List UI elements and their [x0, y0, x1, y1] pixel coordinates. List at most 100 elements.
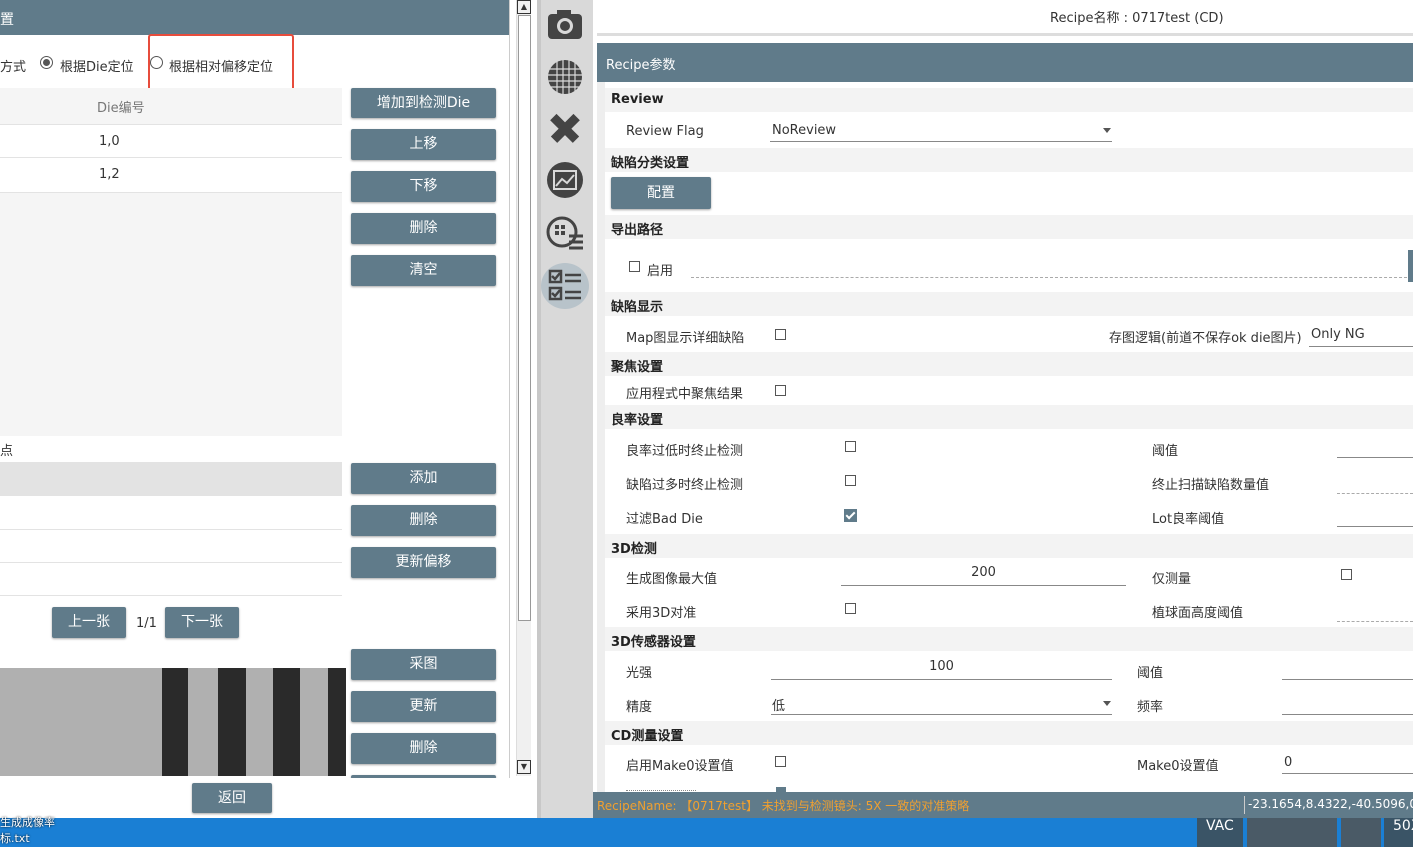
recipe-params-title: Recipe参数	[606, 58, 676, 73]
add-to-detection-die-button[interactable]: 增加到检测Die	[351, 88, 496, 118]
filter-bad-die-label: 过滤Bad Die	[626, 512, 703, 527]
update-offset-button[interactable]: 更新偏移	[351, 547, 496, 578]
chevron-down-icon	[1103, 128, 1111, 133]
table-row[interactable]	[0, 462, 342, 496]
desktop-item[interactable]: 生成成像率 标.txt	[0, 812, 80, 847]
threshold-input[interactable]	[1337, 457, 1413, 458]
move-down-button[interactable]: 下移	[351, 171, 496, 202]
stop-scan-input[interactable]	[1337, 493, 1413, 494]
yield-low-checkbox[interactable]	[845, 441, 856, 452]
status-bar: RecipeName: 【0717test】 未找到与检测镜头: 5X 一致的对…	[593, 792, 1413, 818]
section-yield: 良率设置	[605, 405, 1413, 429]
precision-dropdown[interactable]	[771, 690, 1112, 714]
section-3d-detection: 3D检测	[605, 534, 1413, 558]
prev-image-button[interactable]: 上一张	[52, 607, 126, 638]
apply-focus-label: 应用程式中聚焦结果	[626, 387, 744, 402]
ruler-tools-icon[interactable]	[545, 108, 585, 148]
wafer-list-icon[interactable]	[545, 212, 585, 252]
title-divider	[597, 33, 1413, 36]
apply-focus-checkbox[interactable]	[775, 385, 786, 396]
table-row[interactable]: 1,2	[0, 157, 342, 193]
return-button[interactable]: 返回	[192, 783, 272, 813]
lot-yield-label: Lot良率阈值	[1152, 512, 1225, 527]
next-image-button[interactable]: 下一张	[165, 607, 239, 638]
image-frame-icon[interactable]	[545, 160, 585, 200]
left-panel-header: 置	[0, 0, 510, 35]
export-path-input[interactable]	[691, 277, 1407, 278]
add-point-button[interactable]: 添加	[351, 463, 496, 494]
filter-bad-die-checkbox[interactable]	[844, 509, 857, 522]
clear-button[interactable]: 清空	[351, 255, 496, 286]
die-column-header: Die编号	[97, 101, 145, 116]
table-row[interactable]: 1,0	[0, 124, 342, 158]
light-intensity-label: 光强	[626, 666, 653, 681]
precision-label: 精度	[626, 700, 653, 715]
save-logic-label: 存图逻辑(前道不保存ok die图片)	[1109, 331, 1302, 346]
left-panel-border	[509, 0, 510, 820]
vac-indicator: VAC	[1197, 818, 1243, 847]
defect-many-label: 缺陷过多时终止检测	[626, 478, 744, 493]
defect-many-checkbox[interactable]	[845, 475, 856, 486]
gen-max-label: 生成图像最大值	[626, 572, 718, 587]
page-indicator: 1/1	[136, 616, 157, 631]
chevron-down-icon	[1103, 701, 1111, 706]
scroll-up-arrow-icon[interactable]: ▲	[517, 0, 531, 14]
magnification-indicator: 50X	[1384, 818, 1413, 847]
move-up-button[interactable]: 上移	[351, 129, 496, 160]
die-cell: 1,2	[99, 167, 120, 182]
scroll-thumb[interactable]	[518, 15, 531, 621]
wafer-grid-icon[interactable]	[545, 57, 585, 97]
measure-only-checkbox[interactable]	[1341, 569, 1352, 580]
gen-max-input[interactable]: 200	[841, 565, 1126, 585]
scroll-down-arrow-icon[interactable]: ▼	[517, 760, 531, 774]
die-cell: 1,0	[99, 134, 120, 149]
left-scrollbar[interactable]: ▲ ▼	[516, 0, 531, 776]
recipe-params-body	[597, 82, 1413, 792]
config-button[interactable]: 配置	[611, 177, 711, 209]
status-message: RecipeName: 【0717test】 未找到与检测镜头: 5X 一致的对…	[597, 799, 970, 813]
export-enable-label: 启用	[647, 264, 674, 279]
export-enable-checkbox[interactable]	[629, 261, 640, 272]
make0-value[interactable]: 0	[1284, 755, 1292, 770]
measure-only-label: 仅测量	[1152, 572, 1192, 587]
save-logic-value[interactable]: Only NG	[1311, 327, 1365, 342]
positioning-mode-label: 方式	[0, 60, 27, 75]
stop-scan-label: 终止扫描缺陷数量值	[1152, 478, 1270, 493]
section-3d-sensor: 3D传感器设置	[605, 627, 1413, 651]
left-panel-title: 置	[0, 12, 14, 28]
lot-yield-input[interactable]	[1337, 526, 1413, 527]
use-3d-align-checkbox[interactable]	[845, 603, 856, 614]
light-intensity-input[interactable]: 100	[771, 659, 1112, 679]
ball-height-input[interactable]	[1337, 621, 1413, 622]
section-review: Review	[605, 88, 1413, 112]
section-export-path: 导出路径	[605, 215, 1413, 239]
threshold-label: 阈值	[1152, 444, 1179, 459]
frequency-label: 频率	[1137, 700, 1164, 715]
radio-die-positioning[interactable]	[40, 56, 53, 69]
delete-die-button[interactable]: 删除	[351, 213, 496, 244]
delete-point-button[interactable]: 删除	[351, 505, 496, 536]
map-detail-label: Map图显示详细缺陷	[626, 331, 745, 346]
section-focus: 聚焦设置	[605, 352, 1413, 376]
make0-enable-checkbox[interactable]	[775, 756, 786, 767]
section-defect-display: 缺陷显示	[605, 292, 1413, 316]
update-image-button[interactable]: 更新	[351, 691, 496, 722]
map-detail-checkbox[interactable]	[775, 329, 786, 340]
die-table-header	[0, 88, 342, 124]
section-cd-measurement: CD测量设置	[605, 721, 1413, 745]
checklist-icon[interactable]	[541, 263, 589, 309]
delete-image-button[interactable]: 删除	[351, 733, 496, 764]
review-flag-dropdown[interactable]	[770, 118, 1112, 142]
yield-low-label: 良率过低时终止检测	[626, 444, 744, 459]
camera-icon[interactable]	[545, 5, 585, 45]
radio-die-label: 根据Die定位	[60, 60, 134, 75]
point-label: 点	[0, 444, 14, 459]
ball-height-label: 植球面高度阈值	[1152, 606, 1244, 621]
point-table	[0, 462, 342, 597]
status-coords: -23.1654,8.4322,-40.5096,0.00	[1248, 797, 1413, 811]
captured-image	[0, 668, 346, 776]
frequency-input[interactable]	[1282, 714, 1413, 715]
sensor-threshold-input[interactable]	[1282, 679, 1413, 680]
capture-image-button[interactable]: 采图	[351, 649, 496, 680]
browse-button[interactable]	[1408, 250, 1413, 282]
